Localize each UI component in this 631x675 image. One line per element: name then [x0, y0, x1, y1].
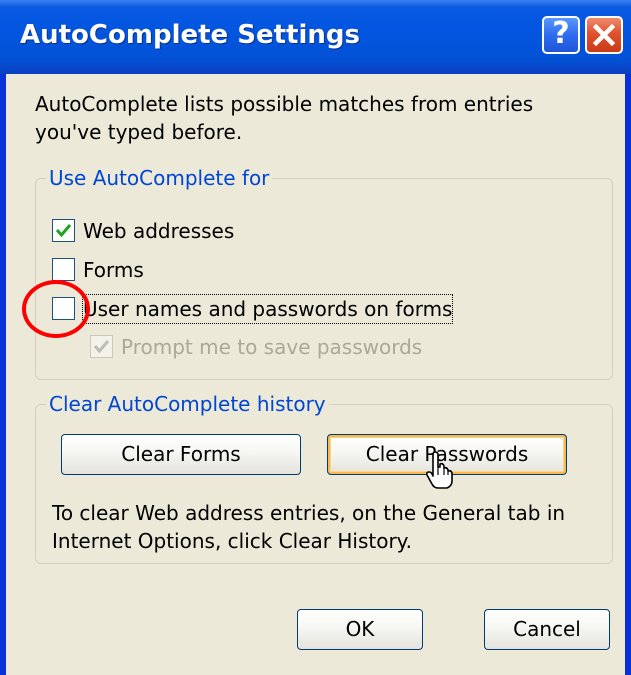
check-icon — [93, 340, 110, 354]
dialog-body: AutoComplete lists possible matches from… — [6, 74, 625, 675]
use-autocomplete-group: Use AutoComplete for Web addresses Forms… — [35, 165, 613, 380]
prompt-save-passwords-label: Prompt me to save passwords — [121, 335, 423, 359]
autocomplete-settings-dialog: AutoComplete Settings ? AutoComplete lis… — [0, 0, 631, 675]
annotation-red-circle — [22, 280, 90, 338]
use-autocomplete-legend: Use AutoComplete for — [46, 165, 273, 191]
web-addresses-checkbox[interactable] — [52, 219, 75, 242]
ok-button[interactable]: OK — [297, 609, 423, 650]
intro-text: AutoComplete lists possible matches from… — [35, 92, 534, 144]
hand-cursor-icon — [425, 451, 453, 489]
forms-checkbox[interactable] — [52, 258, 75, 281]
prompt-save-passwords-checkbox[interactable] — [90, 335, 113, 358]
forms-label: Forms — [83, 258, 144, 282]
user-names-passwords-label: User names and passwords on forms — [81, 294, 454, 324]
clear-history-help-text: To clear Web address entries, on the Gen… — [52, 501, 566, 553]
close-icon — [592, 23, 616, 47]
help-icon: ? — [552, 16, 570, 51]
cancel-button[interactable]: Cancel — [484, 609, 610, 650]
clear-history-group: Clear AutoComplete history Clear Forms C… — [35, 391, 613, 564]
check-icon — [55, 224, 72, 238]
help-button[interactable]: ? — [542, 16, 580, 54]
dialog-title: AutoComplete Settings — [20, 20, 360, 50]
clear-forms-button[interactable]: Clear Forms — [61, 434, 301, 475]
web-addresses-label: Web addresses — [83, 219, 235, 243]
title-bar[interactable]: AutoComplete Settings ? — [0, 0, 631, 74]
clear-history-legend: Clear AutoComplete history — [46, 391, 329, 417]
close-button[interactable] — [585, 16, 623, 54]
